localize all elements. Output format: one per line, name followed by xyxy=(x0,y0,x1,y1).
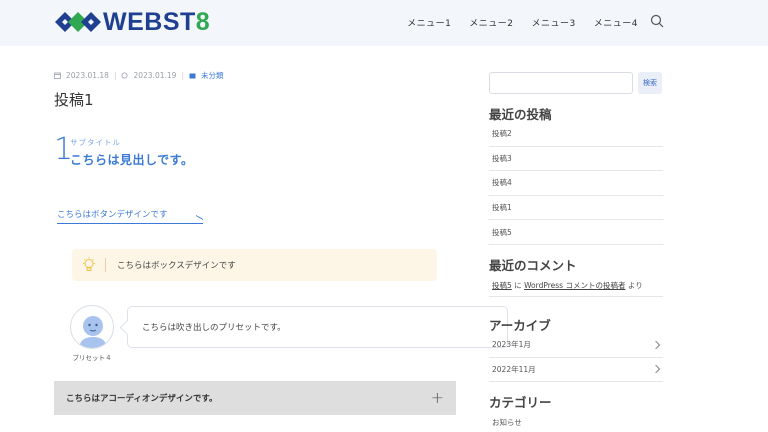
recent-post-item[interactable]: 投稿1 xyxy=(489,196,663,221)
recent-post-item[interactable]: 投稿5 xyxy=(489,220,663,245)
balloon-avatar-name: プリセット４ xyxy=(72,354,112,362)
box-text: こちらはボックスデザインです xyxy=(117,261,236,271)
heading-number: 1 xyxy=(54,132,74,167)
design-button-label: こちらはボタンデザインです xyxy=(57,210,168,220)
comment-post-link[interactable]: 投稿5 xyxy=(492,281,512,290)
archive-item[interactable]: 2022年11月 xyxy=(489,358,663,383)
recent-post-item[interactable]: 投稿3 xyxy=(489,147,663,172)
global-nav: メニュー1 メニュー2 メニュー3 メニュー4 xyxy=(407,16,638,29)
divider xyxy=(489,296,663,297)
arrow-right-icon xyxy=(195,215,204,220)
heading-main: こちらは見出しです。 xyxy=(70,153,194,167)
meta-separator: | xyxy=(113,71,117,80)
design-button[interactable]: こちらはボタンデザインです xyxy=(57,202,205,228)
calendar-icon xyxy=(54,72,61,79)
avatar xyxy=(70,305,114,349)
box-design: こちらはボックスデザインです xyxy=(72,249,437,281)
recent-comments-heading: 最近のコメント xyxy=(489,258,577,273)
meta-separator: | xyxy=(181,71,184,80)
accordion-header[interactable]: こちらはアコーディオンデザインです。 + xyxy=(54,381,456,415)
nav-item-menu2[interactable]: メニュー2 xyxy=(469,16,513,29)
chevron-right-icon xyxy=(651,340,661,350)
nav-item-menu1[interactable]: メニュー1 xyxy=(407,16,451,29)
plus-icon: + xyxy=(430,388,444,407)
comment-author-link[interactable]: WordPress コメントの投稿者 xyxy=(524,281,625,290)
post-category-link[interactable]: 未分類 xyxy=(201,70,224,81)
chevron-right-icon xyxy=(651,365,661,374)
person-icon xyxy=(79,316,107,348)
recent-post-item[interactable]: 投稿2 xyxy=(489,122,663,147)
logo-mark-icon xyxy=(55,12,101,32)
updated-date: 2023.01.19 xyxy=(133,71,177,80)
post-meta: 2023.01.18 | 2023.01.19 | 未分類 xyxy=(54,70,223,81)
accordion-title: こちらはアコーディオンデザインです。 xyxy=(66,394,218,404)
category-item[interactable]: お知らせ xyxy=(492,417,522,428)
post-title: 投稿1 xyxy=(54,91,94,109)
recent-posts-heading: 最近の投稿 xyxy=(489,107,552,122)
box-divider xyxy=(105,258,106,272)
nav-item-menu4[interactable]: メニュー4 xyxy=(594,16,638,29)
archives-list: 2023年1月 2022年11月 xyxy=(489,333,663,383)
site-logo[interactable]: WEBST8 xyxy=(55,8,210,36)
heading-design: 1 サブタイトル こちらは見出しです。 xyxy=(54,132,194,168)
button-underline xyxy=(57,223,203,224)
categories-heading: カテゴリー xyxy=(489,395,552,410)
archive-item[interactable]: 2023年1月 xyxy=(489,333,663,358)
balloon-bubble: こちらは吹き出しのプリセットです。 xyxy=(127,306,508,348)
refresh-icon xyxy=(121,72,128,79)
logo-text: WEBST8 xyxy=(103,8,211,36)
recent-comment: 投稿5 に WordPress コメントの投稿者 より xyxy=(492,281,643,290)
heading-subtitle: サブタイトル xyxy=(70,138,121,147)
sidebar-search-button[interactable]: 検索 xyxy=(638,72,662,94)
search-icon[interactable] xyxy=(650,14,664,28)
recent-post-item[interactable]: 投稿4 xyxy=(489,171,663,196)
recent-posts-list: 投稿2 投稿3 投稿4 投稿1 投稿5 xyxy=(489,122,663,245)
lightbulb-icon xyxy=(83,257,95,271)
balloon-text: こちらは吹き出しのプリセットです。 xyxy=(142,323,286,333)
published-date: 2023.01.18 xyxy=(66,71,109,80)
archives-heading: アーカイブ xyxy=(489,318,551,333)
sidebar-search-input[interactable] xyxy=(489,72,633,94)
folder-icon xyxy=(189,73,196,79)
site-header: WEBST8 メニュー1 メニュー2 メニュー3 メニュー4 xyxy=(0,0,768,46)
nav-item-menu3[interactable]: メニュー3 xyxy=(532,16,576,29)
